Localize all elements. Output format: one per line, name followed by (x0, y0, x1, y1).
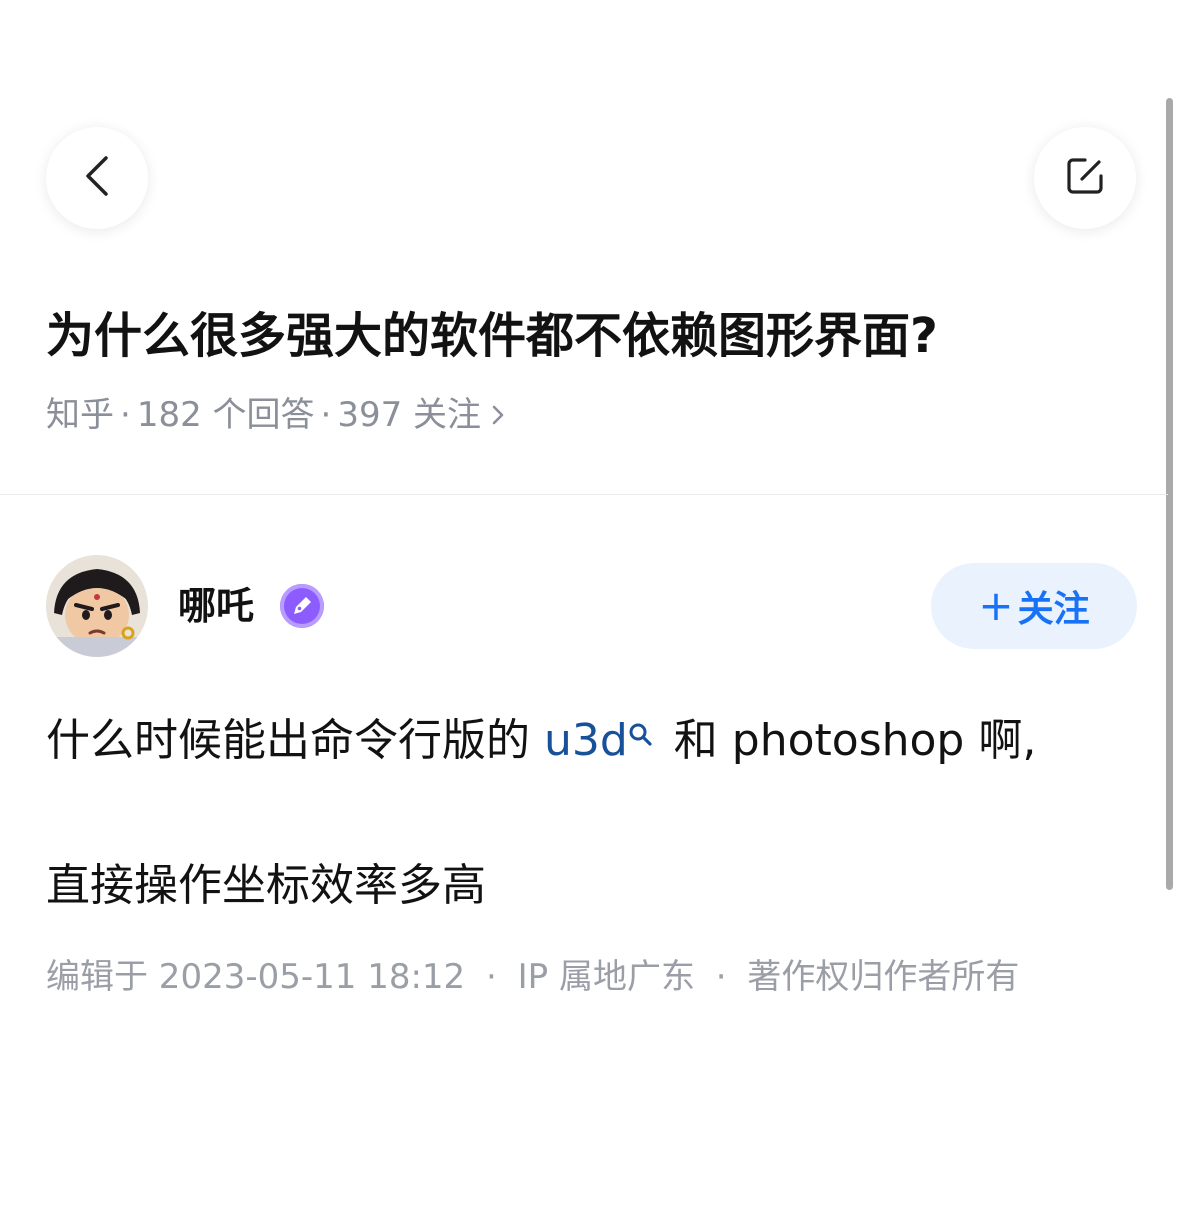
edit-icon (1065, 156, 1105, 200)
follow-label: 关注 (1017, 589, 1090, 630)
keyword-link[interactable]: u3d (544, 715, 628, 766)
answer-meta: 编辑于 2023-05-11 18:12 · IP 属地广东 · 著作权归作者所… (46, 955, 1019, 999)
author-name[interactable]: 哪吒 (178, 582, 254, 630)
answer-paragraph: 什么时候能出命令行版的 u3d 和 photoshop 啊, (46, 711, 1036, 771)
answer-count: 182 个回答 (136, 395, 315, 435)
answer-text: 什么时候能出命令行版的 (46, 715, 544, 766)
chevron-left-icon (82, 155, 112, 201)
meta-separator: · (715, 957, 727, 997)
question-meta[interactable]: 知乎 · 182 个回答 · 397 关注 (46, 393, 505, 437)
copyright-notice: 著作权归作者所有 (747, 957, 1020, 997)
back-button[interactable] (46, 127, 148, 229)
plus-icon: + (978, 581, 1014, 630)
meta-separator: · (320, 395, 332, 435)
answer-text: 直接操作坐标效率多高 (46, 860, 486, 911)
ip-location: IP 属地广东 (517, 957, 695, 997)
chevron-right-icon (491, 403, 505, 427)
source-label: 知乎 (46, 395, 114, 435)
answer-text: 和 photoshop 啊, (659, 715, 1037, 766)
edit-time: 编辑于 2023-05-11 18:12 (46, 957, 466, 997)
follower-count: 397 关注 (337, 395, 482, 435)
meta-separator: · (486, 957, 497, 997)
avatar[interactable] (46, 555, 148, 657)
search-icon[interactable] (628, 707, 654, 767)
edit-button[interactable] (1034, 127, 1136, 229)
pen-icon (280, 584, 324, 628)
divider (0, 494, 1168, 495)
meta-separator: · (120, 395, 131, 435)
follow-button[interactable]: + 关注 (931, 563, 1137, 649)
question-title[interactable]: 为什么很多强大的软件都不依赖图形界面? (46, 304, 1126, 368)
answer-paragraph: 直接操作坐标效率多高 (46, 856, 486, 916)
